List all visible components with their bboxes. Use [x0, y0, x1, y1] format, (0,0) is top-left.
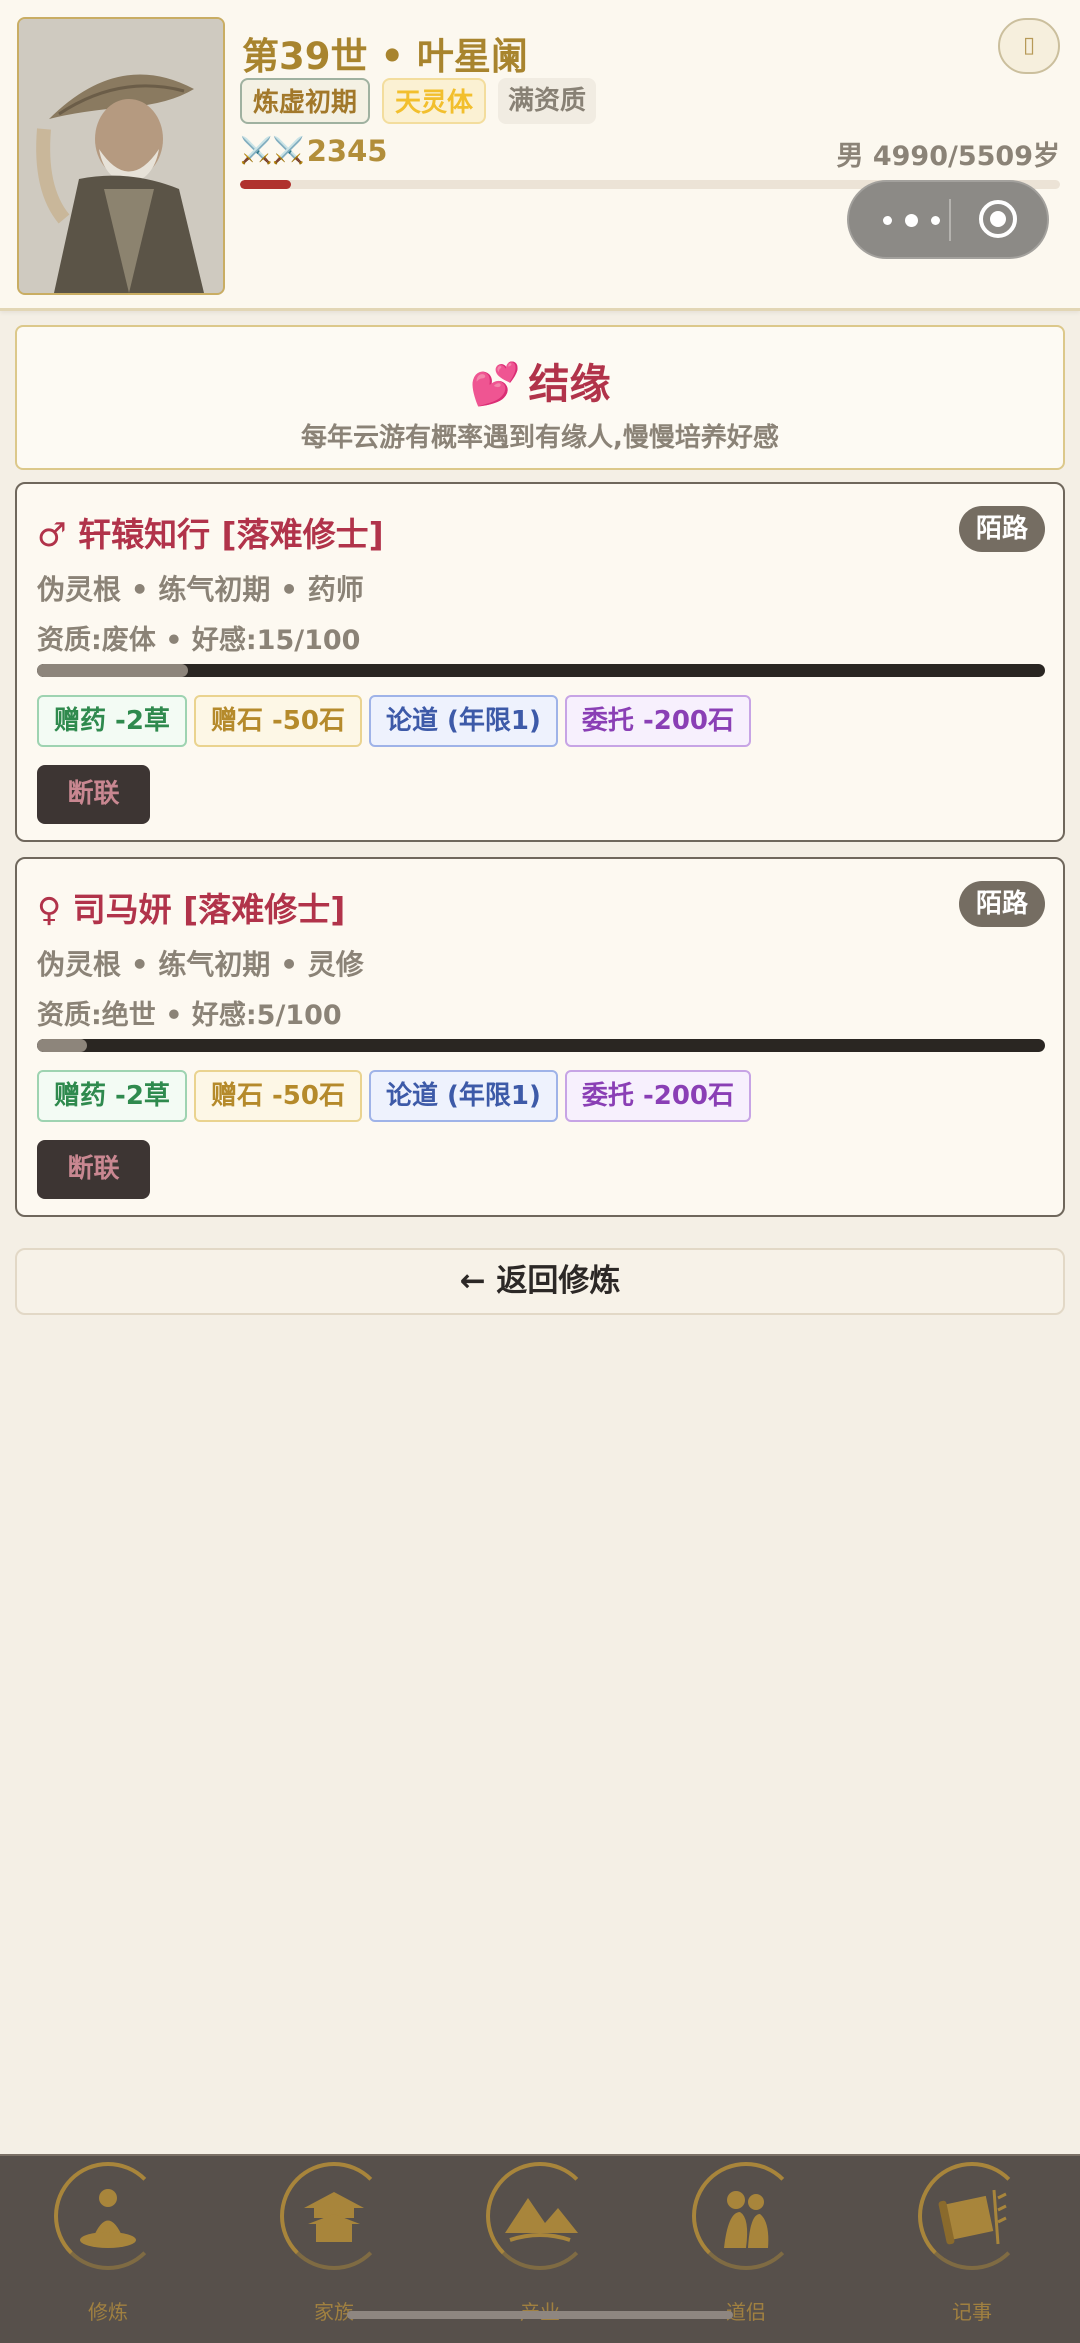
contact-info: 伪灵根 • 练气初期 • 灵修 [37, 948, 364, 981]
character-portrait[interactable] [17, 17, 225, 295]
realm-tag: 炼虚初期 [240, 78, 371, 124]
nav-label: 记事 [952, 2300, 992, 2324]
break-contact-button[interactable]: 断联 [37, 1140, 150, 1199]
gift-stone-button[interactable]: 赠石 -50石 [193, 1070, 362, 1122]
affinity-bar-fill [37, 664, 189, 677]
back-to-cultivation-button[interactable]: ← 返回修炼 [15, 1248, 1065, 1315]
nav-item-chronicle[interactable]: 记事 [872, 2156, 1072, 2343]
meditating-figure-icon [54, 2162, 162, 2270]
scroll-icon [918, 2162, 1026, 2270]
nav-item-cultivate[interactable]: 修炼 [8, 2156, 208, 2343]
contact-affinity-text: 资质:绝世 • 好感:5/100 [37, 1000, 342, 1031]
contact-actions: 赠药 -2草 赠石 -50石 论道 (年限1) 委托 -200石 [37, 695, 752, 747]
couple-icon [692, 2162, 800, 2270]
lifespan-text: 男 4990/5509岁 [836, 141, 1060, 172]
combat-power-value: 2345 [306, 134, 388, 168]
character-header: 第39世 • 叶星阑 炼虚初期 天灵体 满资质 ⚔️⚔️ 2345 男 4990… [0, 0, 1080, 311]
contact-name: ♂ 轩辕知行 [落难修士] [37, 515, 384, 554]
affinity-bar-fill [37, 1039, 88, 1052]
discuss-dao-button[interactable]: 论道 (年限1) [368, 1070, 558, 1122]
miniprogram-capsule [847, 180, 1049, 259]
contact-affinity-text: 资质:废体 • 好感:15/100 [37, 625, 361, 656]
nav-label: 修炼 [88, 2300, 128, 2324]
combat-power: ⚔️⚔️ 2345 [240, 134, 387, 168]
contact-actions: 赠药 -2草 赠石 -50石 论道 (年限1) 委托 -200石 [37, 1070, 752, 1122]
relation-badge: 陌路 [958, 881, 1045, 927]
physique-tag: 天灵体 [382, 78, 487, 124]
entrust-button[interactable]: 委托 -200石 [564, 1070, 752, 1122]
affinity-bar [37, 664, 1045, 677]
section-title-text: 结缘 [528, 360, 611, 408]
talent-tag: 满资质 [498, 78, 597, 124]
affinity-bar [37, 1039, 1045, 1052]
scroll-icon: ▯ [1022, 33, 1036, 58]
gift-stone-button[interactable]: 赠石 -50石 [193, 695, 362, 747]
character-title: 第39世 • 叶星阑 [242, 35, 528, 78]
discuss-dao-button[interactable]: 论道 (年限1) [368, 695, 558, 747]
contact-info: 伪灵根 • 练气初期 • 药师 [37, 573, 364, 606]
pavilion-icon [280, 2162, 388, 2270]
home-indicator[interactable] [347, 2311, 733, 2319]
menu-button[interactable]: ▯ [998, 18, 1060, 74]
more-options-icon[interactable] [873, 182, 951, 257]
character-tags: 炼虚初期 天灵体 满资质 [240, 78, 597, 124]
fate-section-header: 💕 结缘 每年云游有概率遇到有缘人,慢慢培养好感 [15, 325, 1065, 470]
relation-badge: 陌路 [958, 506, 1045, 552]
contact-name: ♀ 司马妍 [落难修士] [37, 890, 346, 929]
break-contact-button[interactable]: 断联 [37, 765, 150, 824]
two-hearts-icon: 💕 [469, 360, 521, 408]
lifespan-bar-fill [240, 180, 291, 189]
close-miniprogram-icon[interactable] [979, 200, 1017, 238]
gift-herb-button[interactable]: 赠药 -2草 [37, 695, 187, 747]
capsule-divider [949, 199, 951, 241]
contact-card: ♂ 轩辕知行 [落难修士] 陌路 伪灵根 • 练气初期 • 药师 资质:废体 •… [15, 482, 1065, 842]
section-subtitle: 每年云游有概率遇到有缘人,慢慢培养好感 [301, 423, 779, 453]
entrust-button[interactable]: 委托 -200石 [564, 695, 752, 747]
gift-herb-button[interactable]: 赠药 -2草 [37, 1070, 187, 1122]
crossed-swords-icon: ⚔️⚔️ [240, 136, 305, 166]
contact-card: ♀ 司马妍 [落难修士] 陌路 伪灵根 • 练气初期 • 灵修 资质:绝世 • … [15, 857, 1065, 1217]
section-title: 💕 结缘 [17, 350, 1063, 410]
mountain-landscape-icon [486, 2162, 594, 2270]
